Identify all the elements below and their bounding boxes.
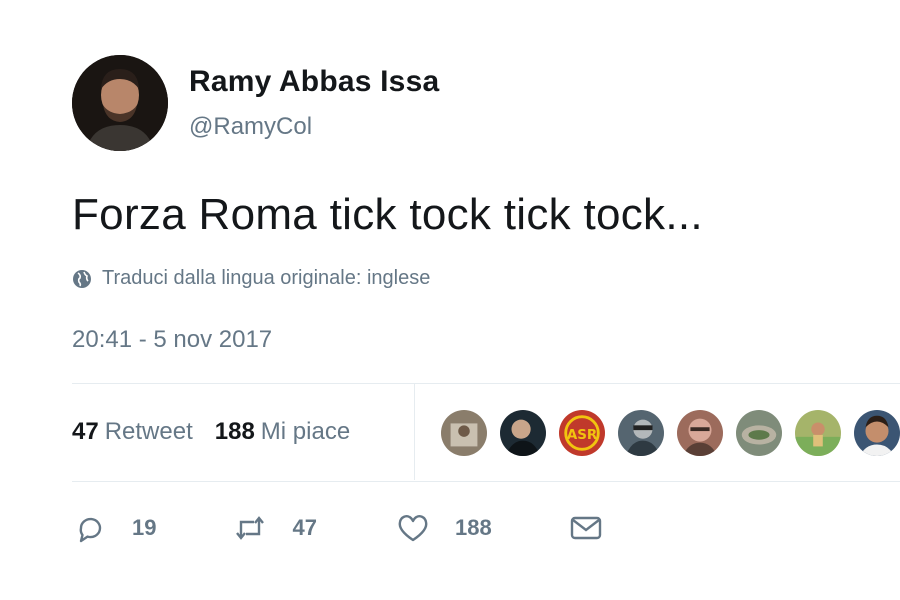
envelope-icon	[570, 516, 601, 540]
like-count: 188	[454, 515, 492, 540]
retweets-count: 47	[72, 418, 99, 445]
translate-label: Traduci dalla lingua originale: inglese	[102, 267, 431, 289]
author-handle[interactable]: @RamyCol	[189, 113, 439, 141]
translate-link[interactable]: Traduci dalla lingua originale: inglese	[72, 267, 430, 290]
direct-message-button[interactable]	[568, 510, 604, 546]
liker-avatar-5[interactable]	[676, 409, 724, 457]
likes-label: Mi piace	[260, 418, 351, 445]
heart-icon	[398, 515, 428, 542]
divider-top	[72, 383, 900, 384]
liker-avatar-1[interactable]	[440, 409, 488, 457]
author-avatar[interactable]	[72, 55, 168, 151]
globe-icon	[73, 269, 91, 288]
likers-avatars: ASR	[440, 409, 900, 457]
author-display-name[interactable]: Ramy Abbas Issa	[189, 65, 439, 99]
stats-divider	[414, 384, 415, 480]
liker-avatar-3[interactable]: ASR	[558, 409, 606, 457]
liker-avatar-2[interactable]	[499, 409, 547, 457]
liker-avatar-7[interactable]	[794, 409, 842, 457]
tweet-header: Ramy Abbas Issa @RamyCol	[72, 55, 439, 151]
divider-bottom	[72, 481, 900, 482]
author-names: Ramy Abbas Issa @RamyCol	[189, 65, 439, 141]
retweet-button[interactable]: 47	[232, 510, 317, 546]
reply-icon	[79, 517, 102, 543]
likes-count: 188	[214, 418, 255, 445]
liker-avatar-6[interactable]	[735, 409, 783, 457]
tweet-stats: 47 Retweet 188 Mi piace	[72, 418, 372, 446]
retweets-label: Retweet	[104, 418, 193, 445]
tweet-actions: 19 47 188	[72, 510, 604, 546]
reply-count: 19	[132, 515, 157, 540]
likes-stat[interactable]: 188 Mi piace	[215, 418, 350, 446]
liker-avatar-8[interactable]	[853, 409, 900, 457]
liker-avatar-4[interactable]	[617, 409, 665, 457]
retweet-icon	[236, 516, 265, 540]
reply-button[interactable]: 19	[72, 510, 156, 546]
tweet-timestamp[interactable]: 20:41 - 5 nov 2017	[72, 326, 272, 354]
retweets-stat[interactable]: 47 Retweet	[72, 418, 193, 446]
svg-text:ASR: ASR	[567, 428, 598, 443]
tweet-text: Forza Roma tick tock tick tock...	[72, 190, 703, 239]
retweet-count: 47	[292, 515, 317, 540]
like-button[interactable]: 188	[395, 510, 492, 546]
